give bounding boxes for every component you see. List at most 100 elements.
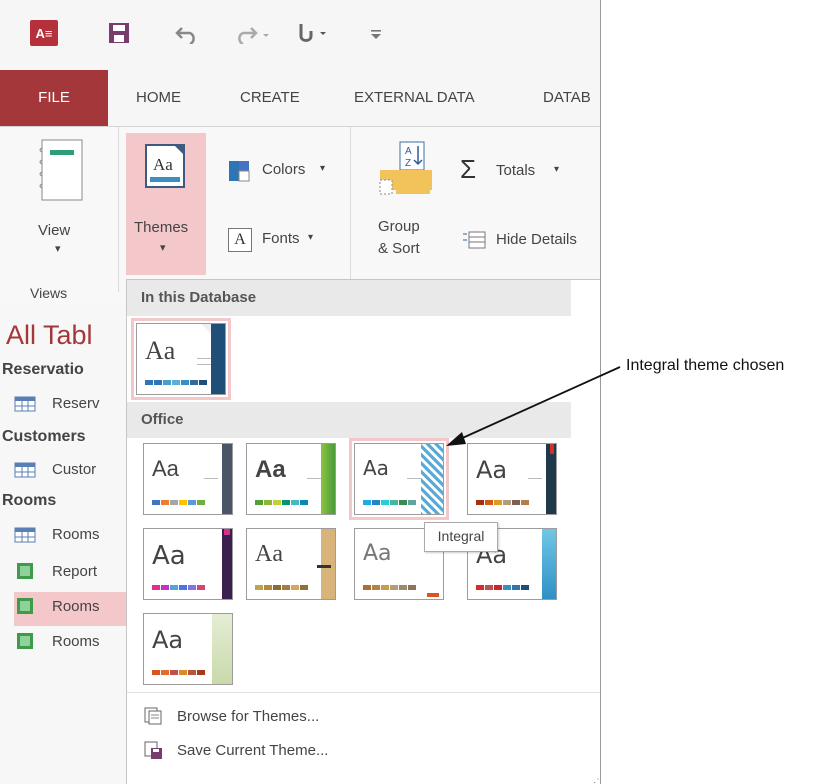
ribbon-separator [118,127,119,292]
nav-item-label: Custor [52,461,97,478]
theme-sample-text: Aa [145,336,176,365]
chevron-down-icon: ▾ [160,242,166,254]
theme-swatches [152,670,206,675]
theme-office-1[interactable]: Aa [143,443,233,515]
theme-accent-mark [550,444,554,454]
fonts-button[interactable]: A Fonts ▾ [228,225,338,255]
nav-item-customers-table[interactable]: Custor [14,461,96,478]
view-icon [39,139,83,201]
tab-file[interactable]: FILE [0,70,108,126]
theme-current[interactable]: Aa [136,323,226,395]
table-icon [14,396,36,411]
colors-icon [229,161,250,182]
tab-database-tools[interactable]: DATAB [543,70,591,126]
theme-swatches [255,500,309,505]
report-icon [17,563,33,579]
nav-item-rooms-table[interactable]: Rooms [14,526,100,543]
totals-button[interactable]: Σ Totals ▾ [460,154,590,188]
theme-office-2[interactable]: Aa [246,443,336,515]
nav-group-reservations[interactable]: Reservatio [2,361,84,379]
group-sort-button[interactable]: A Z Group & Sort [368,140,440,280]
redo-icon[interactable] [232,20,272,46]
theme-swatches [152,500,206,505]
fonts-label: Fonts [262,230,300,247]
undo-icon[interactable] [172,20,202,46]
nav-item-rooms-report[interactable]: Rooms [14,632,100,650]
annotation-label: Integral theme chosen [626,357,785,374]
page-corner [200,324,211,334]
nav-item-label: Reserv [52,395,100,412]
view-button[interactable]: View ▾ [28,134,94,274]
theme-office-4[interactable]: Aa [467,443,557,515]
resize-grip-icon[interactable]: ⋰ [593,774,600,784]
save-theme-label: Save Current Theme... [177,741,329,759]
table-icon [14,462,36,477]
ribbon-tabs: FILE HOME CREATE EXTERNAL DATA DATAB [0,70,600,127]
tab-home[interactable]: HOME [136,70,181,126]
nav-item-label: Rooms [52,632,100,650]
table-icon [14,527,36,542]
report-icon [17,633,33,649]
nav-group-customers[interactable]: Customers [2,428,86,446]
fonts-icon: A [228,228,252,252]
text-line [528,478,542,479]
theme-office-6[interactable]: Aa [246,528,336,600]
svg-text:Z: Z [405,158,411,169]
text-line [197,358,211,359]
theme-sample-text: Aa [152,626,184,654]
theme-office-9[interactable]: Aa [143,613,233,685]
tab-create[interactable]: CREATE [240,70,300,126]
theme-sample-text: Aa [255,541,283,567]
theme-accent [212,614,232,684]
themes-label: Themes [134,219,189,236]
tab-external-data[interactable]: EXTERNAL DATA [354,70,475,126]
section-office: Office [127,402,571,438]
nav-item-rooms-report-selected[interactable]: Rooms [14,597,100,615]
nav-item-label: Report [52,562,98,580]
hide-details-label: Hide Details [496,231,577,248]
theme-sample-text: Aa [476,456,508,484]
themes-button[interactable]: Aa Themes ▾ [126,133,206,275]
browse-themes-icon [144,707,162,725]
browse-for-themes-item[interactable]: Browse for Themes... [143,706,319,726]
nav-pane-title[interactable]: All Tabl [6,320,93,351]
colors-label: Colors [262,161,306,178]
hide-details-icon [463,231,486,249]
hide-details-button[interactable]: Hide Details [462,226,600,256]
save-theme-icon [144,741,162,759]
theme-accent [421,444,443,514]
view-label: View [38,222,71,239]
browse-label: Browse for Themes... [177,707,320,725]
chevron-down-icon: ▾ [320,163,326,174]
access-window: A≡ FILE HOME CREATE EXTERNAL DATA DATAB [0,0,601,784]
save-icon[interactable] [106,20,132,46]
svg-text:A: A [405,146,412,157]
theme-integral[interactable]: Aa [354,443,444,515]
theme-accent [211,324,225,394]
chevron-down-icon: ▾ [308,232,314,243]
nav-item-report[interactable]: Report [14,562,97,580]
menu-divider [127,692,600,693]
theme-sample-text: Aa [152,541,186,571]
quick-access-toolbar: A ≡ [0,0,600,70]
colors-button[interactable]: Colors ▾ [228,156,338,186]
theme-swatches [476,500,530,505]
theme-sample-text: Aa [152,456,179,481]
theme-accent [222,529,232,599]
theme-accent [542,529,556,599]
text-line [407,478,421,479]
views-group-label: Views [30,285,68,301]
theme-swatches [476,585,530,590]
chevron-down-icon: ▾ [55,243,61,255]
touch-mode-icon[interactable] [290,20,330,46]
text-line [204,478,218,479]
theme-accent-mark [317,565,331,568]
theme-office-5[interactable]: Aa [143,528,233,600]
nav-item-reservations-table[interactable]: Reserv [14,395,100,412]
themes-gallery: In this Database Aa Office Aa Aa Aa Aa A… [126,279,600,784]
save-current-theme-item[interactable]: Save Current Theme... [143,740,328,760]
nav-group-rooms[interactable]: Rooms [2,492,56,510]
customize-toolbar-icon[interactable] [366,20,386,46]
theme-swatches [145,380,208,385]
theme-swatches [363,585,417,590]
